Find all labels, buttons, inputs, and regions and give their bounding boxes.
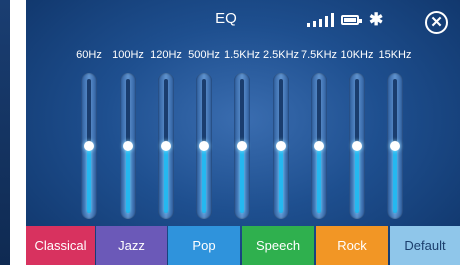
band-slider-60hz[interactable] <box>81 73 97 219</box>
slider-knob[interactable] <box>390 141 400 151</box>
slider-knob[interactable] <box>161 141 171 151</box>
slider-knob[interactable] <box>237 141 247 151</box>
preset-button-pop[interactable]: Pop <box>168 226 240 265</box>
signal-icon <box>307 13 337 27</box>
preset-button-speech[interactable]: Speech <box>242 226 314 265</box>
preset-bar: Classical Jazz Pop Speech Rock Default <box>26 226 460 265</box>
close-button[interactable]: ✕ <box>425 11 448 34</box>
preset-button-default[interactable]: Default <box>390 226 460 265</box>
band-slider-1-5khz[interactable] <box>234 73 250 219</box>
slider-knob[interactable] <box>199 141 209 151</box>
battery-icon <box>341 15 362 25</box>
slider-knob[interactable] <box>276 141 286 151</box>
page-title: EQ <box>215 10 237 27</box>
left-edge-bar <box>0 0 10 265</box>
slider-knob[interactable] <box>123 141 133 151</box>
band-slider-7-5khz[interactable] <box>311 73 327 219</box>
eq-screen: EQ ✱ ✕ 60Hz 100Hz 120Hz 500Hz 1.5KHz 2.5KHz 7.… <box>26 0 460 265</box>
band-label-1-5khz: 1.5KHz <box>223 49 261 61</box>
band-slider-500hz[interactable] <box>196 73 212 219</box>
preset-button-classical[interactable]: Classical <box>26 226 95 265</box>
band-slider-10khz[interactable] <box>349 73 365 219</box>
band-slider-2-5khz[interactable] <box>273 73 289 219</box>
band-label-60hz: 60Hz <box>76 49 102 61</box>
band-slider-120hz[interactable] <box>158 73 174 219</box>
bluetooth-icon: ✱ <box>369 10 384 29</box>
preset-button-rock[interactable]: Rock <box>316 226 388 265</box>
slider-knob[interactable] <box>84 141 94 151</box>
preset-button-jazz[interactable]: Jazz <box>96 226 167 265</box>
slider-knob[interactable] <box>314 141 324 151</box>
slider-knob[interactable] <box>352 141 362 151</box>
band-slider-100hz[interactable] <box>120 73 136 219</box>
status-bar: EQ ✱ ✕ <box>26 0 460 40</box>
band-slider-15khz[interactable] <box>387 73 403 219</box>
band-label-15khz: 15KHz <box>378 49 412 61</box>
